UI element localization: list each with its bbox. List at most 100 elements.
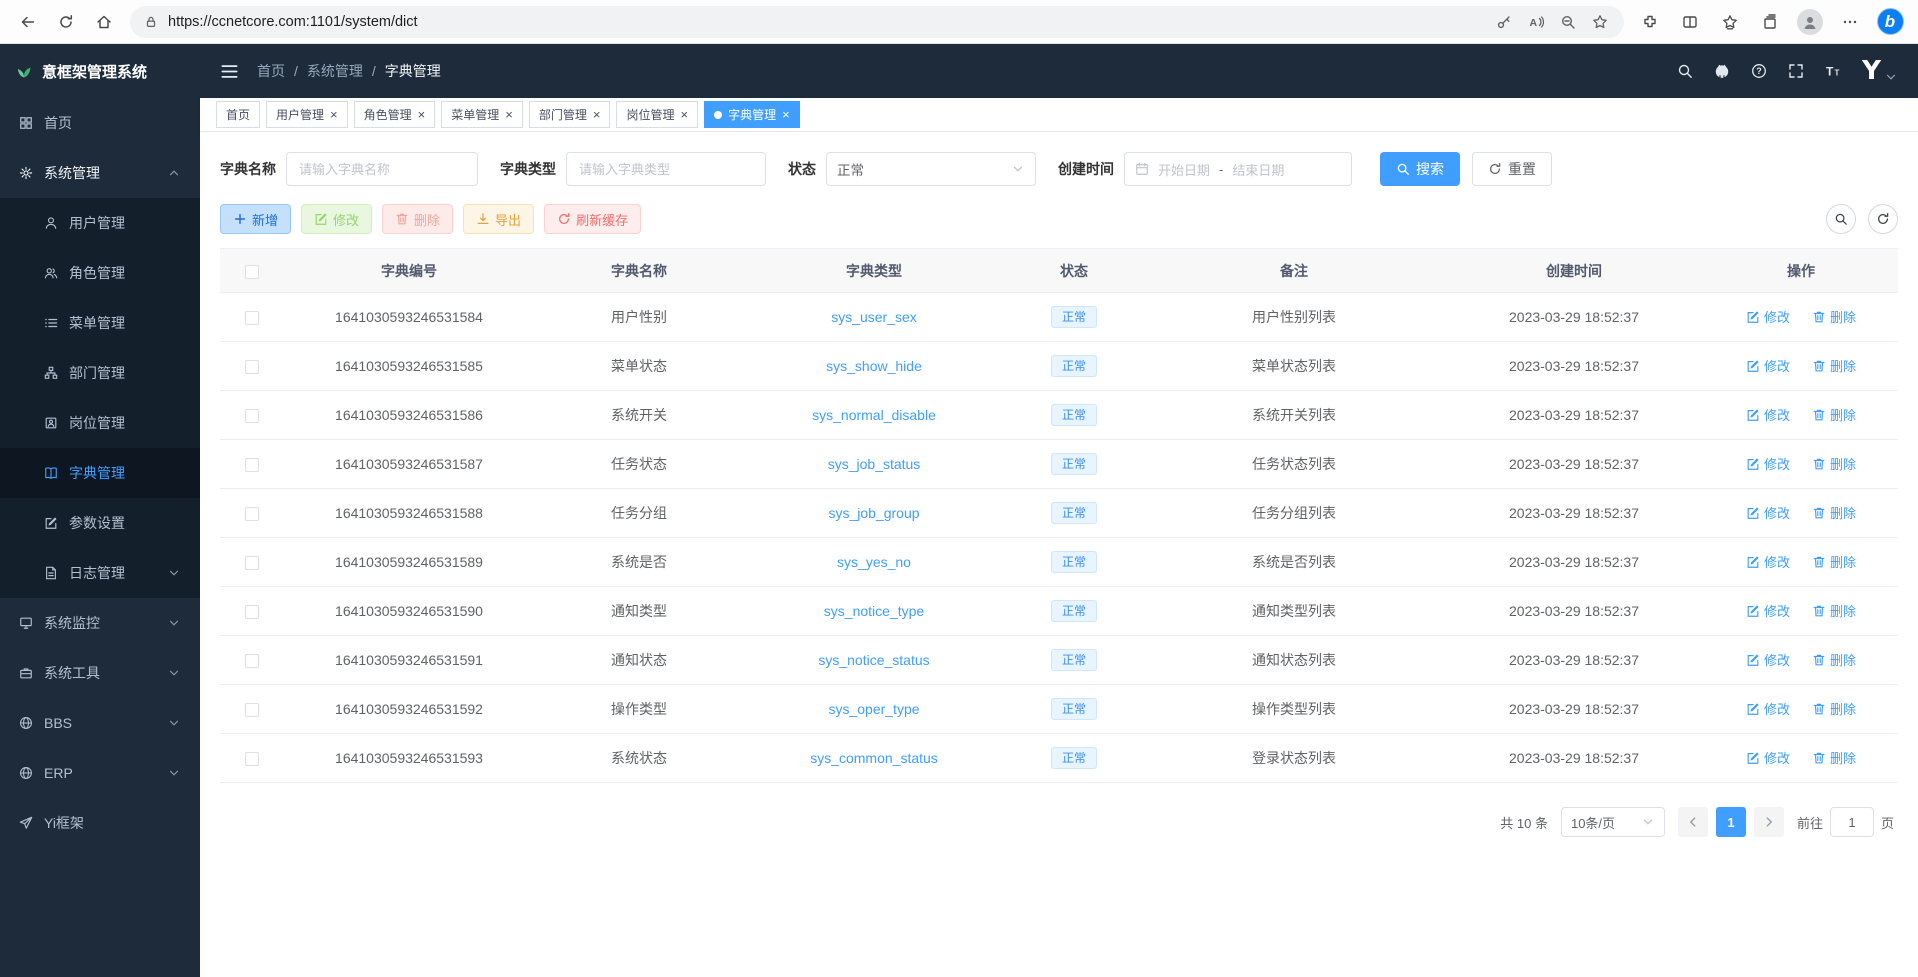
tab-close-icon[interactable]: × bbox=[680, 108, 688, 121]
browser-settings-button[interactable] bbox=[1832, 5, 1868, 39]
row-checkbox[interactable] bbox=[245, 409, 259, 423]
refresh-table-button[interactable] bbox=[1868, 204, 1898, 234]
delete-row-button[interactable]: 删除 bbox=[1812, 356, 1856, 375]
password-key-icon[interactable] bbox=[1496, 14, 1512, 30]
sidebar-item-menu-mgmt[interactable]: 菜单管理 bbox=[0, 298, 200, 348]
delete-row-button[interactable]: 删除 bbox=[1812, 748, 1856, 767]
tab[interactable]: 部门管理 × bbox=[529, 101, 611, 128]
delete-row-button[interactable]: 删除 bbox=[1812, 405, 1856, 424]
browser-profile-button[interactable] bbox=[1792, 5, 1828, 39]
sidebar-item-erp[interactable]: ERP bbox=[0, 748, 200, 798]
breadcrumb-home[interactable]: 首页 bbox=[257, 61, 285, 81]
delete-button[interactable]: 删除 bbox=[382, 204, 453, 234]
app-logo[interactable]: 意框架管理系统 bbox=[0, 44, 200, 98]
zoom-out-icon[interactable] bbox=[1560, 14, 1576, 30]
tab-close-icon[interactable]: × bbox=[418, 108, 426, 121]
tab-close-icon[interactable]: × bbox=[330, 108, 338, 121]
sidebar-fold-button[interactable] bbox=[220, 62, 239, 81]
delete-row-button[interactable]: 删除 bbox=[1812, 552, 1856, 571]
delete-row-button[interactable]: 删除 bbox=[1812, 601, 1856, 620]
edit-row-button[interactable]: 修改 bbox=[1746, 552, 1790, 571]
header-search-button[interactable] bbox=[1677, 63, 1693, 79]
sidebar-item-tools[interactable]: 系统工具 bbox=[0, 648, 200, 698]
row-checkbox[interactable] bbox=[245, 360, 259, 374]
dict-type-link[interactable]: sys_job_status bbox=[828, 456, 921, 472]
sidebar-item-bbs[interactable]: BBS bbox=[0, 698, 200, 748]
page-number-button[interactable]: 1 bbox=[1716, 807, 1746, 837]
edit-row-button[interactable]: 修改 bbox=[1746, 405, 1790, 424]
browser-copilot-button[interactable]: b bbox=[1872, 5, 1908, 39]
edit-row-button[interactable]: 修改 bbox=[1746, 307, 1790, 326]
dict-type-link[interactable]: sys_yes_no bbox=[837, 554, 911, 570]
export-button[interactable]: 导出 bbox=[463, 204, 534, 234]
search-button[interactable]: 搜索 bbox=[1380, 152, 1460, 186]
header-help-button[interactable]: ? bbox=[1751, 63, 1767, 79]
browser-extensions-button[interactable] bbox=[1632, 5, 1668, 39]
breadcrumb-system[interactable]: 系统管理 bbox=[307, 61, 363, 81]
user-menu[interactable]: Y bbox=[1862, 58, 1898, 84]
add-button[interactable]: 新增 bbox=[220, 204, 291, 234]
prev-page-button[interactable] bbox=[1678, 807, 1708, 837]
tab-close-icon[interactable]: × bbox=[782, 108, 790, 121]
status-select[interactable]: 正常 bbox=[826, 152, 1036, 186]
dict-type-link[interactable]: sys_user_sex bbox=[831, 309, 917, 325]
refresh-cache-button[interactable]: 刷新缓存 bbox=[544, 204, 641, 234]
tab-close-icon[interactable]: × bbox=[505, 108, 513, 121]
header-github-button[interactable] bbox=[1714, 63, 1730, 79]
browser-split-screen-button[interactable] bbox=[1672, 5, 1708, 39]
dict-type-input[interactable] bbox=[566, 152, 766, 186]
sidebar-item-home[interactable]: 首页 bbox=[0, 98, 200, 148]
row-checkbox[interactable] bbox=[245, 556, 259, 570]
row-checkbox[interactable] bbox=[245, 311, 259, 325]
edit-row-button[interactable]: 修改 bbox=[1746, 503, 1790, 522]
edit-row-button[interactable]: 修改 bbox=[1746, 699, 1790, 718]
delete-row-button[interactable]: 删除 bbox=[1812, 307, 1856, 326]
edit-row-button[interactable]: 修改 bbox=[1746, 650, 1790, 669]
row-checkbox[interactable] bbox=[245, 703, 259, 717]
delete-row-button[interactable]: 删除 bbox=[1812, 503, 1856, 522]
sidebar-item-monitor[interactable]: 系统监控 bbox=[0, 598, 200, 648]
sidebar-item-user-mgmt[interactable]: 用户管理 bbox=[0, 198, 200, 248]
favorite-star-icon[interactable] bbox=[1592, 14, 1608, 30]
sidebar-item-log-mgmt[interactable]: 日志管理 bbox=[0, 548, 200, 598]
delete-row-button[interactable]: 删除 bbox=[1812, 650, 1856, 669]
dict-type-link[interactable]: sys_notice_status bbox=[818, 652, 929, 668]
tab[interactable]: 用户管理 × bbox=[266, 101, 348, 128]
dict-type-link[interactable]: sys_normal_disable bbox=[812, 407, 936, 423]
tab[interactable]: 角色管理 × bbox=[354, 101, 436, 128]
date-range-picker[interactable]: 开始日期 - 结束日期 bbox=[1124, 152, 1352, 186]
dict-name-input[interactable] bbox=[286, 152, 478, 186]
browser-collections-button[interactable] bbox=[1752, 5, 1788, 39]
read-aloud-icon[interactable]: A bbox=[1528, 14, 1544, 30]
goto-page-input[interactable] bbox=[1830, 807, 1874, 837]
dict-type-link[interactable]: sys_show_hide bbox=[826, 358, 922, 374]
row-checkbox[interactable] bbox=[245, 752, 259, 766]
tab-close-icon[interactable]: × bbox=[593, 108, 601, 121]
tab[interactable]: 岗位管理 × bbox=[616, 101, 698, 128]
sidebar-item-dept-mgmt[interactable]: 部门管理 bbox=[0, 348, 200, 398]
next-page-button[interactable] bbox=[1754, 807, 1784, 837]
sidebar-item-post-mgmt[interactable]: 岗位管理 bbox=[0, 398, 200, 448]
page-size-select[interactable]: 10条/页 bbox=[1561, 807, 1665, 837]
dict-type-link[interactable]: sys_notice_type bbox=[824, 603, 924, 619]
browser-refresh-button[interactable] bbox=[48, 5, 84, 39]
row-checkbox[interactable] bbox=[245, 458, 259, 472]
url-text[interactable]: https://ccnetcore.com:1101/system/dict bbox=[168, 14, 1486, 30]
edit-row-button[interactable]: 修改 bbox=[1746, 748, 1790, 767]
edit-row-button[interactable]: 修改 bbox=[1746, 601, 1790, 620]
sidebar-item-system[interactable]: 系统管理 bbox=[0, 148, 200, 198]
edit-row-button[interactable]: 修改 bbox=[1746, 356, 1790, 375]
sidebar-item-yi-framework[interactable]: Yi框架 bbox=[0, 798, 200, 848]
row-checkbox[interactable] bbox=[245, 605, 259, 619]
browser-address-bar[interactable]: https://ccnetcore.com:1101/system/dict A bbox=[130, 6, 1624, 38]
sidebar-item-param-settings[interactable]: 参数设置 bbox=[0, 498, 200, 548]
sidebar-item-dict-mgmt[interactable]: 字典管理 bbox=[0, 448, 200, 498]
tab[interactable]: 菜单管理 × bbox=[441, 101, 523, 128]
tab[interactable]: 字典管理 × bbox=[704, 101, 800, 128]
reset-button[interactable]: 重置 bbox=[1472, 152, 1552, 186]
row-checkbox[interactable] bbox=[245, 654, 259, 668]
dict-type-link[interactable]: sys_oper_type bbox=[828, 701, 919, 717]
edit-row-button[interactable]: 修改 bbox=[1746, 454, 1790, 473]
delete-row-button[interactable]: 删除 bbox=[1812, 454, 1856, 473]
browser-favorites-button[interactable] bbox=[1712, 5, 1748, 39]
